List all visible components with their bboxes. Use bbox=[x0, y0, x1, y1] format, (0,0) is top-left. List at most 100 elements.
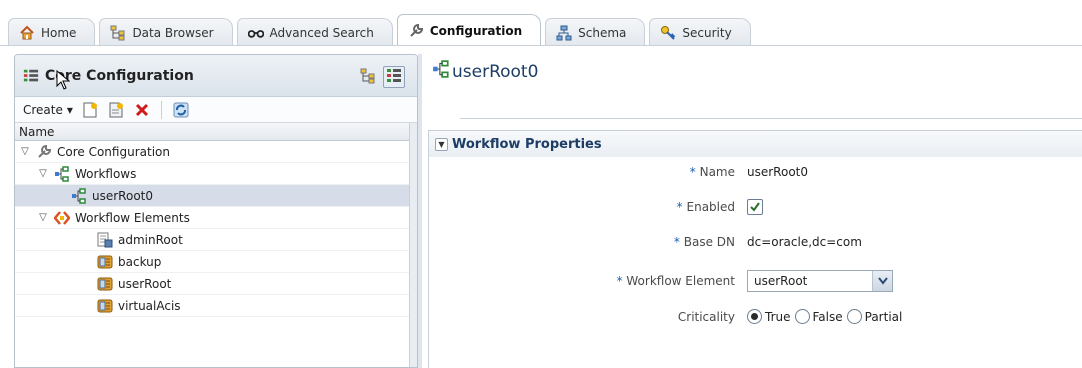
create-label: Create bbox=[23, 102, 63, 117]
database-icon bbox=[97, 276, 113, 292]
workflow-icon bbox=[71, 187, 87, 204]
title-divider bbox=[460, 118, 1082, 119]
collapse-icon[interactable]: ▼ bbox=[435, 137, 448, 151]
tab-home[interactable]: Home bbox=[8, 18, 96, 46]
name-label-text: Name bbox=[699, 165, 735, 179]
wrench-icon bbox=[408, 23, 424, 39]
name-value: userRoot0 bbox=[747, 165, 808, 179]
delete-icon[interactable] bbox=[133, 101, 151, 119]
radio-button[interactable] bbox=[846, 309, 862, 324]
name-column-header[interactable]: Name bbox=[15, 123, 409, 141]
tab-data-browser-label: Data Browser bbox=[132, 25, 214, 40]
glasses-icon bbox=[247, 25, 264, 41]
enabled-label: * Enabled bbox=[429, 200, 747, 214]
workflow-element-label-text: Workflow Element bbox=[626, 274, 735, 288]
workflow-element-selected: userRoot bbox=[754, 274, 808, 288]
required-marker: * bbox=[676, 200, 683, 214]
panel-toolbar: Create ▾ bbox=[15, 97, 417, 123]
panel-splitter[interactable] bbox=[418, 54, 422, 368]
base-dn-label-text: Base DN bbox=[683, 235, 735, 249]
refresh-icon[interactable] bbox=[172, 101, 190, 119]
tree-node-label: userRoot bbox=[118, 276, 172, 291]
page-title: userRoot0 bbox=[432, 60, 538, 83]
tree-node-label: Workflow Elements bbox=[75, 210, 190, 225]
vertical-scrollbar[interactable] bbox=[409, 123, 417, 367]
core-configuration-panel: Core Configuration Create ▾ Name ▽ Core … bbox=[14, 54, 418, 368]
tree-node-userroot[interactable]: userRoot bbox=[15, 273, 409, 295]
hierarchy-view-button[interactable] bbox=[357, 66, 379, 88]
criticality-radio-group: True False Partial bbox=[747, 309, 902, 324]
name-field-row: * Name userRoot0 bbox=[429, 165, 808, 179]
tab-home-label: Home bbox=[41, 25, 77, 40]
tree-node-label: Workflows bbox=[75, 166, 137, 181]
tree-node-label: Core Configuration bbox=[57, 144, 170, 159]
radio-button-selected[interactable] bbox=[747, 309, 762, 324]
workflow-element-select[interactable]: userRoot bbox=[747, 270, 893, 292]
criticality-label: Criticality bbox=[677, 309, 735, 324]
mouse-pointer-icon bbox=[56, 69, 71, 93]
expand-triangle-icon[interactable]: ▽ bbox=[37, 168, 49, 180]
tree-node-label: userRoot0 bbox=[92, 188, 153, 203]
page-title-text: userRoot0 bbox=[452, 61, 539, 82]
tab-data-browser[interactable]: Data Browser bbox=[99, 18, 233, 46]
expand-triangle-icon[interactable]: ▽ bbox=[37, 212, 49, 224]
expand-triangle-icon[interactable]: ▽ bbox=[19, 146, 31, 158]
tab-configuration-label: Configuration bbox=[429, 23, 523, 38]
database-icon bbox=[97, 254, 113, 270]
required-marker: * bbox=[689, 165, 696, 179]
workflow-element-field-row: * Workflow Element userRoot bbox=[429, 270, 893, 292]
enabled-checkbox[interactable] bbox=[747, 199, 763, 215]
required-marker: * bbox=[616, 274, 623, 288]
chevron-down-icon: ▾ bbox=[66, 102, 73, 117]
workflow-properties-section: ▼ Workflow Properties * Name userRoot0 *… bbox=[428, 130, 1082, 368]
criticality-true-option[interactable]: True bbox=[747, 309, 791, 324]
enabled-label-text: Enabled bbox=[686, 200, 736, 214]
new-from-template-icon[interactable] bbox=[107, 101, 125, 119]
configuration-tree: ▽ Core Configuration ▽ Workflows userRoo… bbox=[15, 141, 417, 317]
chevron-down-icon[interactable] bbox=[872, 271, 892, 291]
criticality-field-row: Criticality True False Partial bbox=[429, 309, 902, 324]
schema-icon bbox=[556, 25, 572, 41]
tree-node-workflows[interactable]: ▽ Workflows bbox=[15, 163, 409, 185]
required-marker: * bbox=[673, 235, 680, 249]
tree-node-workflow-elements[interactable]: ▽ Workflow Elements bbox=[15, 207, 409, 229]
hierarchy-icon bbox=[360, 68, 376, 87]
tree-node-label: virtualAcis bbox=[118, 298, 181, 313]
criticality-false-option[interactable]: False bbox=[794, 309, 843, 324]
create-menu-button[interactable]: Create ▾ bbox=[23, 103, 73, 117]
data-browser-icon bbox=[110, 25, 126, 41]
tree-node-userroot0[interactable]: userRoot0 bbox=[15, 185, 409, 207]
new-entry-icon[interactable] bbox=[81, 101, 99, 119]
key-icon bbox=[660, 25, 676, 41]
criticality-false-label: False bbox=[812, 309, 843, 324]
workflow-element-label: * Workflow Element bbox=[429, 274, 747, 288]
name-label: * Name bbox=[429, 165, 747, 179]
criticality-true-label: True bbox=[765, 309, 791, 324]
tree-node-label: adminRoot bbox=[118, 232, 183, 247]
toolbar-separator bbox=[160, 100, 162, 119]
home-icon bbox=[19, 25, 35, 41]
tab-security[interactable]: Security bbox=[649, 18, 751, 46]
workflow-icon bbox=[432, 60, 450, 83]
list-view-button[interactable] bbox=[383, 66, 405, 88]
criticality-partial-option[interactable]: Partial bbox=[846, 309, 902, 324]
panel-header: Core Configuration bbox=[15, 55, 417, 97]
tree-node-label: backup bbox=[118, 254, 162, 269]
tab-advanced-search[interactable]: Advanced Search bbox=[236, 18, 393, 46]
base-dn-value: dc=oracle,dc=com bbox=[747, 235, 862, 249]
tab-bar-divider bbox=[0, 45, 1082, 46]
tab-security-label: Security bbox=[682, 25, 732, 40]
tree-node-backup[interactable]: backup bbox=[15, 251, 409, 273]
base-dn-label: * Base DN bbox=[429, 235, 747, 249]
tree-node-adminroot[interactable]: adminRoot bbox=[15, 229, 409, 251]
wrench-icon bbox=[36, 144, 52, 160]
radio-button[interactable] bbox=[794, 309, 810, 324]
list-view-icon bbox=[386, 68, 402, 87]
backend-icon bbox=[97, 232, 113, 248]
tab-schema[interactable]: Schema bbox=[545, 18, 646, 46]
tree-node-core-configuration[interactable]: ▽ Core Configuration bbox=[15, 141, 409, 163]
workflow-icon bbox=[54, 165, 70, 182]
section-header[interactable]: ▼ Workflow Properties bbox=[429, 131, 1082, 157]
tree-node-virtualacis[interactable]: virtualAcis bbox=[15, 295, 409, 317]
tab-configuration[interactable]: Configuration bbox=[396, 14, 542, 46]
